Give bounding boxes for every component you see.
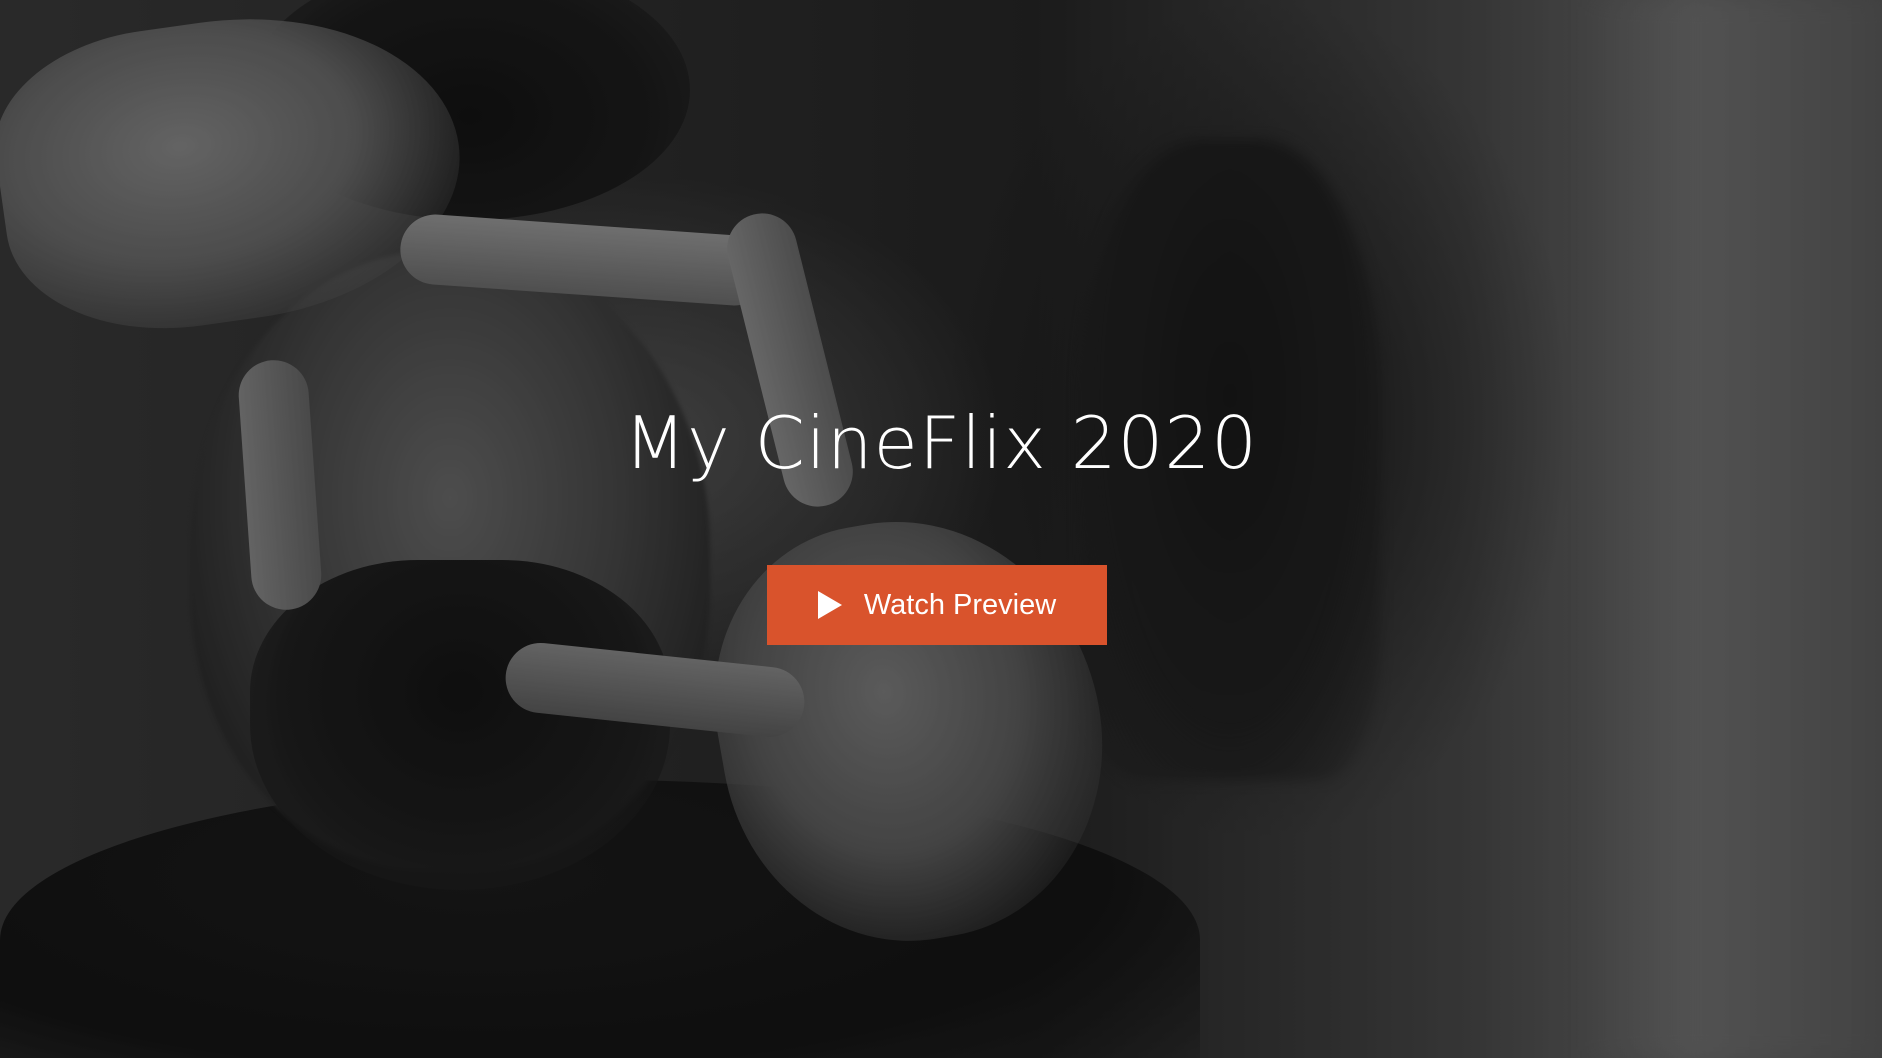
hero-section: My CineFlix 2020 Watch Preview [0, 0, 1882, 1058]
hero-content: My CineFlix 2020 Watch Preview [0, 0, 1882, 1058]
play-icon [817, 591, 842, 619]
watch-preview-label: Watch Preview [863, 588, 1057, 621]
watch-preview-button[interactable]: Watch Preview [767, 565, 1107, 645]
hero-title: My CineFlix 2020 [624, 401, 1258, 485]
